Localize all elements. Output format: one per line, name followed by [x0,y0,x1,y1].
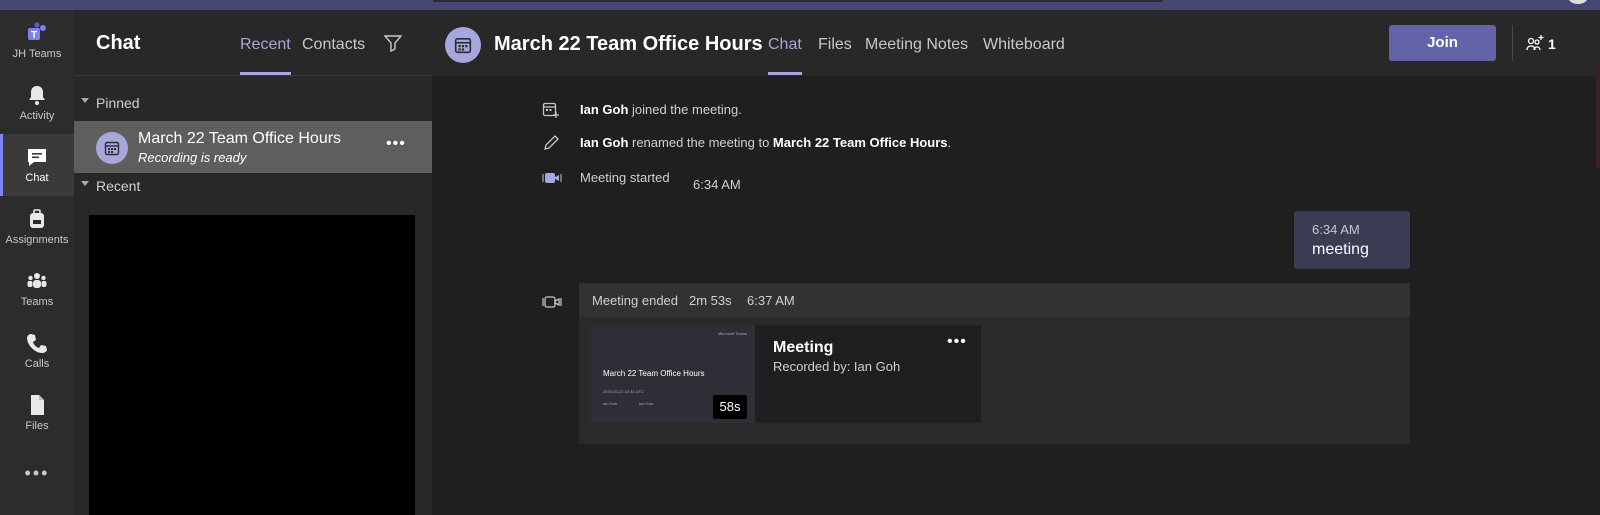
recording-name: Meeting [773,339,834,356]
recording-thumbnail[interactable]: Microsoft Teams March 22 Team Office Hou… [591,325,755,423]
thumbnail-brand: Microsoft Teams [717,331,747,336]
section-recent-label: Recent [96,178,141,194]
rail-label: JH Teams [12,48,62,60]
tab-meeting-notes[interactable]: Meeting Notes [865,36,968,54]
chat-icon [28,149,46,166]
rail-item-calls[interactable]: Calls [0,320,74,382]
message-text: joined the meeting. [628,102,742,117]
title-bar [0,0,1600,10]
window-edge [1596,58,1600,168]
tab-contacts[interactable]: Contacts [302,36,365,54]
rail-label: Assignments [5,234,69,246]
message-timestamp: 6:34 AM [693,177,741,192]
people-add-icon [1526,35,1544,51]
file-icon [31,395,44,415]
rail-label: Calls [24,358,50,370]
rail-more-apps-button[interactable]: ••• [0,463,74,484]
bell-icon [29,86,45,105]
thumbnail-meta: 2020-03-22 10:34 UTC [603,389,644,394]
svg-text:T: T [31,30,37,41]
video-camera-icon [542,173,562,183]
chevron-down-icon [81,98,89,103]
section-pinned-label: Pinned [96,95,140,111]
chat-item-name: March 22 Team Office Hours [138,130,342,147]
calendar-add-icon [542,102,559,118]
chat-list-title: Chat [96,32,141,54]
search-bar[interactable] [433,0,1163,2]
message-body: meeting [1312,241,1369,258]
thumbnail-organizer: Ian Goh [603,401,618,406]
rail-item-teams[interactable]: Teams [0,258,74,320]
chat-item-status: Recording is ready [138,150,247,165]
more-options-icon[interactable]: ••• [386,135,406,153]
chevron-down-icon [81,181,89,186]
meeting-avatar [96,132,128,164]
meeting-avatar [445,27,481,63]
calendar-icon [104,141,120,156]
tab-files[interactable]: Files [818,36,852,54]
meeting-new-name: March 22 Team Office Hours [772,135,948,150]
rail-label: Files [25,420,49,432]
message-bubble[interactable]: 6:34 AM meeting [1294,211,1410,269]
message-end: . [947,135,952,150]
redacted-chat-list [89,215,415,515]
divider [1512,25,1513,61]
rail-item-chat[interactable]: Chat [0,134,74,196]
rail-label: Activity [19,110,55,122]
main-pane: March 22 Team Office Hours Chat Files Me… [432,10,1600,515]
thumbnail-title: March 22 Team Office Hours [603,369,705,378]
teams-logo-icon: T [28,22,46,41]
list-item-meeting-chat[interactable]: March 22 Team Office Hours Recording is … [74,121,432,173]
page-title: March 22 Team Office Hours [494,33,763,55]
message-text: Meeting started [580,170,670,185]
user-name[interactable]: Ian Goh [580,102,628,117]
app-rail: T JH Teams Activity Chat Assignments Tea… [0,10,74,515]
backpack-icon [30,209,44,228]
more-options-icon[interactable]: ••• [947,333,967,351]
chat-list-header: Chat Recent Contacts [74,10,432,76]
people-group-icon [27,273,47,288]
video-camera-icon [542,296,562,308]
meeting-duration: 2m 53s [689,293,732,308]
section-pinned[interactable]: Pinned [74,90,432,116]
participants-count: 1 [1548,36,1556,52]
join-button[interactable]: Join [1389,25,1496,61]
conversation-header: March 22 Team Office Hours Chat Files Me… [432,10,1600,76]
meeting-ended-card: Meeting ended 2m 53s 6:37 AM Microsoft T… [579,283,1410,444]
message-text: renamed the meeting to [628,135,773,150]
rail-label: Chat [25,172,49,184]
recording-card[interactable]: Microsoft Teams March 22 Team Office Hou… [591,325,981,423]
meeting-ended-label: Meeting ended [592,293,679,308]
meeting-ended-time: 6:37 AM [747,293,795,308]
rail-label: Teams [20,296,54,308]
rail-item-files[interactable]: Files [0,382,74,444]
phone-icon [27,334,47,353]
rail-item-jh-teams[interactable]: T JH Teams [0,10,74,72]
calendar-icon [454,38,472,54]
user-name[interactable]: Ian Goh [580,135,628,150]
message-timestamp: 6:34 AM [1312,222,1360,237]
section-recent[interactable]: Recent [74,173,432,199]
thumbnail-recorded: Ian Goh [639,401,654,406]
tab-whiteboard[interactable]: Whiteboard [983,36,1065,54]
profile-avatar[interactable] [1568,0,1588,4]
filter-icon[interactable] [384,34,402,52]
duration-badge: 58s [713,395,747,419]
pencil-icon [544,135,559,150]
recording-author: Recorded by: Ian Goh [773,359,901,374]
chat-list-pane: Chat Recent Contacts Pinned March 22 Tea… [74,10,432,515]
tab-recent[interactable]: Recent [240,36,291,75]
rail-item-activity[interactable]: Activity [0,72,74,134]
tab-chat[interactable]: Chat [768,36,802,75]
meeting-ended-header: Meeting ended 2m 53s 6:37 AM [579,283,1410,317]
rail-item-assignments[interactable]: Assignments [0,196,74,258]
